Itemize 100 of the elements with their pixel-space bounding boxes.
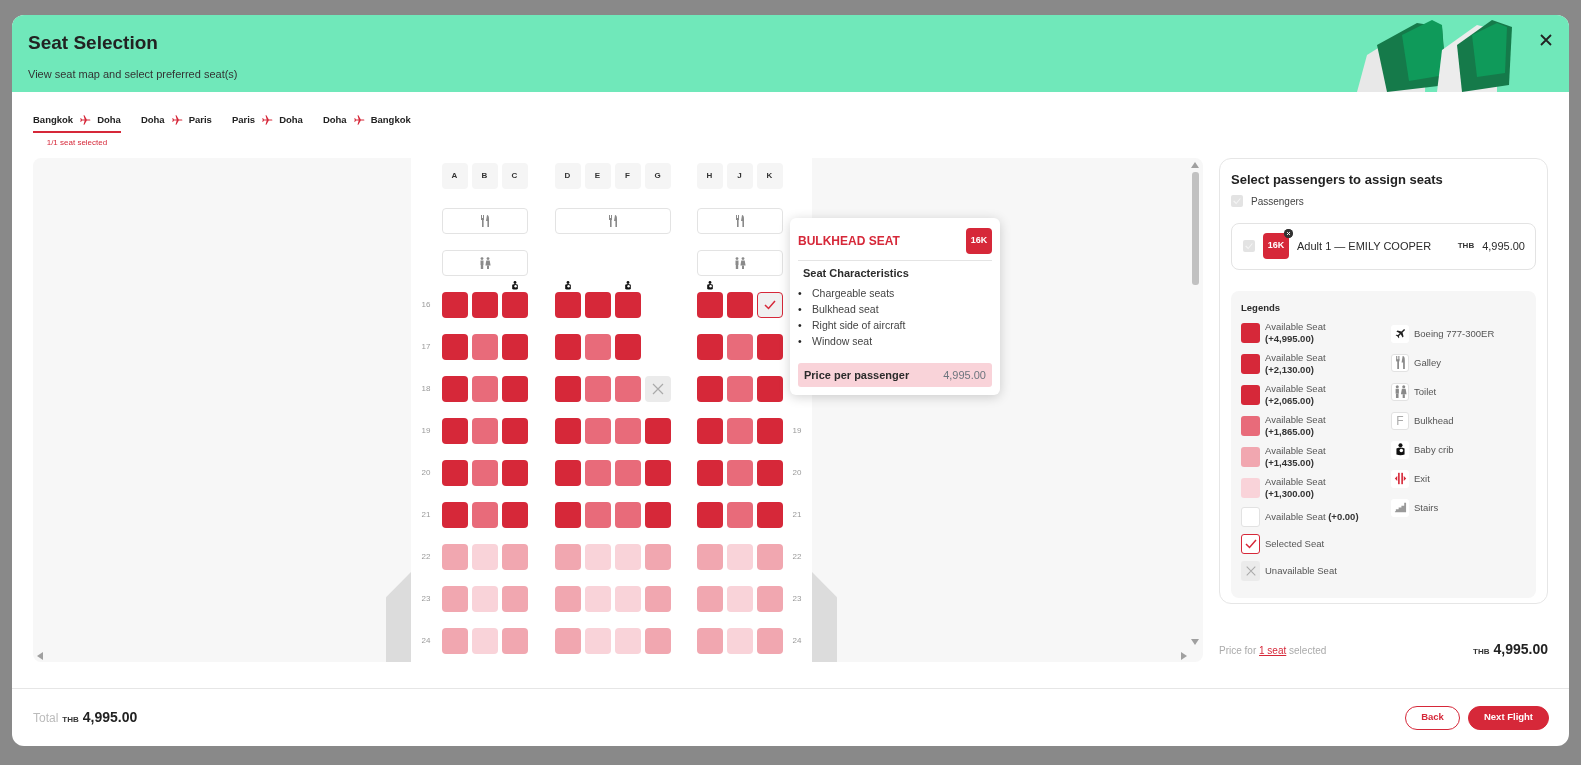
- seat[interactable]: [726, 334, 753, 360]
- seat[interactable]: [554, 334, 581, 360]
- seat[interactable]: [501, 334, 528, 360]
- flight-tab[interactable]: Paris Doha: [231, 114, 303, 133]
- seat-badge: 16K: [1263, 233, 1289, 259]
- seat[interactable]: [756, 460, 783, 486]
- seat[interactable]: [441, 376, 468, 402]
- seat[interactable]: [441, 502, 468, 528]
- seat[interactable]: [471, 376, 498, 402]
- row-number: 23: [791, 593, 803, 605]
- price-label: Price per passenger: [804, 367, 910, 383]
- flight-tab[interactable]: Bangkok Doha: [33, 114, 121, 133]
- seat[interactable]: [554, 376, 581, 402]
- scrollbar-thumb[interactable]: [1192, 172, 1199, 285]
- scroll-left-icon[interactable]: [37, 652, 43, 660]
- seat-count-link[interactable]: 1 seat: [1259, 645, 1287, 656]
- column-letter: E: [584, 163, 611, 189]
- seat[interactable]: [726, 460, 753, 486]
- legend-label: Baby crib: [1414, 443, 1454, 456]
- scroll-up-icon[interactable]: [1191, 162, 1199, 168]
- toilet-icon: [733, 257, 746, 269]
- seat[interactable]: [644, 502, 671, 528]
- seat[interactable]: [554, 292, 581, 318]
- seat[interactable]: [614, 460, 641, 486]
- legend-label: Stairs: [1414, 501, 1439, 514]
- seat[interactable]: [756, 334, 783, 360]
- seat[interactable]: [756, 502, 783, 528]
- tooltip-title: BULKHEAD SEAT: [798, 233, 900, 250]
- row-number: 19: [791, 425, 803, 437]
- selection-note: 1/1 seat selected: [45, 137, 109, 149]
- tooltip-heading: Seat Characteristics: [802, 266, 910, 281]
- plane-icon: [261, 114, 274, 126]
- legend-label: Bulkhead: [1414, 414, 1454, 427]
- seat[interactable]: [501, 502, 528, 528]
- seat[interactable]: [696, 334, 723, 360]
- next-button[interactable]: Next Flight: [1468, 705, 1549, 730]
- seat[interactable]: [471, 418, 498, 444]
- column-letter: B: [471, 163, 498, 189]
- seat[interactable]: [584, 334, 611, 360]
- checkbox-label: Passengers: [1251, 194, 1304, 209]
- seat[interactable]: [554, 418, 581, 444]
- seat[interactable]: [471, 502, 498, 528]
- legend-label: Galley: [1414, 356, 1441, 369]
- seat[interactable]: [554, 460, 581, 486]
- aircraft-icon: [1391, 324, 1409, 343]
- seat[interactable]: [441, 334, 468, 360]
- remove-icon[interactable]: [1284, 229, 1293, 238]
- seat[interactable]: [726, 292, 753, 318]
- legend-label: Available Seat (+1,435.00): [1265, 444, 1327, 469]
- scroll-right-icon[interactable]: [1181, 652, 1187, 660]
- seat[interactable]: [584, 418, 611, 444]
- column-letter: C: [501, 163, 528, 189]
- flight-tab[interactable]: Doha Bangkok: [322, 114, 411, 133]
- seat[interactable]: [696, 418, 723, 444]
- seat[interactable]: [614, 334, 641, 360]
- row-number: 22: [791, 551, 803, 563]
- seat[interactable]: [471, 292, 498, 318]
- seat[interactable]: [614, 292, 641, 318]
- seat[interactable]: [696, 502, 723, 528]
- row-number: 17: [420, 341, 432, 353]
- seat[interactable]: [441, 460, 468, 486]
- seat-badge: 16K: [966, 228, 992, 254]
- seat[interactable]: [471, 460, 498, 486]
- seat[interactable]: [614, 502, 641, 528]
- close-button[interactable]: [1539, 33, 1553, 47]
- legend-label: Available Seat (+4,995.00): [1265, 320, 1327, 345]
- seat[interactable]: [501, 418, 528, 444]
- seat[interactable]: [614, 418, 641, 444]
- seat[interactable]: [584, 292, 611, 318]
- seat[interactable]: [554, 502, 581, 528]
- seat[interactable]: [644, 418, 671, 444]
- seat[interactable]: [501, 292, 528, 318]
- seat[interactable]: [501, 460, 528, 486]
- seat[interactable]: [726, 376, 753, 402]
- seat[interactable]: [696, 460, 723, 486]
- seat[interactable]: [696, 292, 723, 318]
- seat[interactable]: [584, 376, 611, 402]
- seat[interactable]: [614, 376, 641, 402]
- seat[interactable]: [644, 460, 671, 486]
- seat[interactable]: [726, 418, 753, 444]
- seat[interactable]: [726, 502, 753, 528]
- seat[interactable]: [471, 334, 498, 360]
- currency-code: THB: [1457, 240, 1475, 252]
- row-number: 20: [420, 467, 432, 479]
- currency-code: THB: [62, 714, 79, 726]
- column-letter: K: [756, 163, 783, 189]
- seat[interactable]: [756, 376, 783, 402]
- seat[interactable]: [696, 376, 723, 402]
- seat[interactable]: [441, 292, 468, 318]
- seat[interactable]: [584, 460, 611, 486]
- back-button[interactable]: Back: [1405, 705, 1460, 730]
- selected-seat[interactable]: [756, 292, 783, 318]
- seat[interactable]: [756, 418, 783, 444]
- scroll-down-icon[interactable]: [1191, 639, 1199, 645]
- seat[interactable]: [441, 418, 468, 444]
- flight-tab[interactable]: Doha Paris: [140, 114, 212, 133]
- seat[interactable]: [501, 376, 528, 402]
- seat[interactable]: [584, 502, 611, 528]
- characteristic-item: Right side of aircraft: [812, 317, 906, 333]
- galley-icon: [607, 215, 618, 227]
